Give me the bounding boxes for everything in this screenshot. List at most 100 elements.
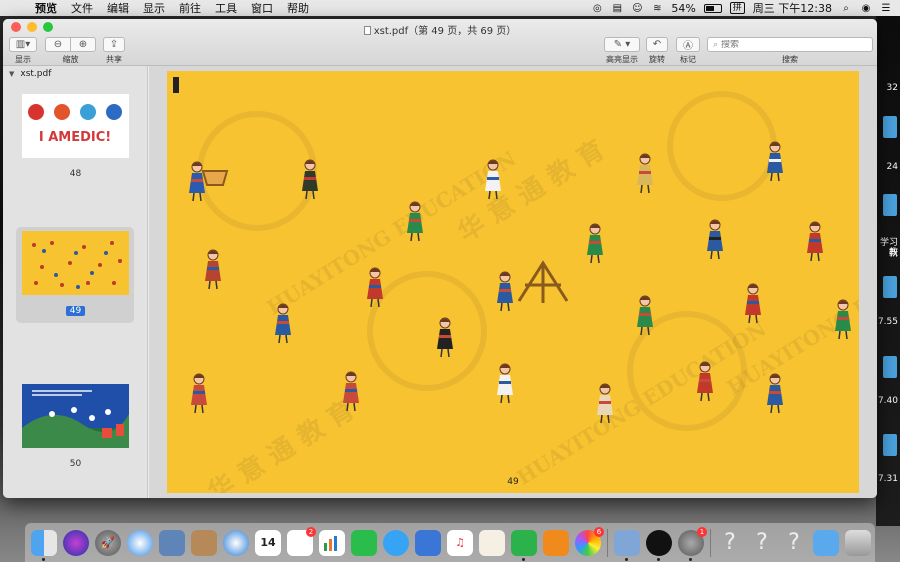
menu-go[interactable]: 前往 [172,0,208,16]
menu-help[interactable]: 帮助 [280,0,316,16]
input-method-icon[interactable]: 拼 [729,2,745,14]
notification-center-icon[interactable]: ☰ [880,3,892,14]
photos-icon[interactable]: 6 [575,526,604,556]
pdf-page[interactable]: HUAYITONG EDUCATION 华 意 通 教 育 HUAYITONG … [167,71,859,493]
illustrated-character [497,363,513,404]
status-tray: ◎ ▤ ☺ ≋ 54% 拼 周三 下午12:38 ⌕ ◉ ☰ [591,0,900,16]
thumbnail-page-48[interactable]: I AMEDIC! 48 [22,94,129,179]
search-field[interactable]: ⌕ [707,37,873,52]
bitbar-icon[interactable]: ◎ [591,3,603,14]
music-icon[interactable]: ♫ [447,529,473,556]
preview-icon[interactable] [614,529,640,561]
page-illustration [173,77,851,424]
news-icon[interactable] [479,529,505,556]
thumbnail-page-number: 48 [69,169,82,179]
illustrated-character [697,361,713,402]
thumbnail-image: I AMEDIC! [22,94,129,158]
illustrated-character [189,161,205,202]
menu-bar: 预览 文件 编辑 显示 前往 工具 窗口 帮助 ◎ ▤ ☺ ≋ 54% 拼 周三… [0,0,900,16]
facetime-icon[interactable] [351,529,377,556]
clipboard-icon[interactable]: ▤ [611,3,623,14]
desktop-file-icon[interactable] [883,434,897,456]
thumbnail-image [22,231,129,295]
desktop-file-icon[interactable] [883,356,897,378]
menu-edit[interactable]: 编辑 [100,0,136,16]
zoom-out-button[interactable]: ⊖ [45,37,71,52]
desktop-right-strip: 32 24 学习教 新 7.55 7.40 7.31 [876,16,900,526]
spotlight-search-icon[interactable]: ⌕ [840,3,852,14]
highlight-label: 高亮显示 [606,55,638,64]
battery-icon[interactable] [703,3,722,13]
unknown-app-icon[interactable]: ? [717,530,743,556]
illustrated-character [807,221,823,262]
thumbnail-page-number: 49 [22,306,129,316]
mail-icon[interactable] [223,529,249,556]
desktop-file-icon[interactable] [883,276,897,298]
finder-icon[interactable] [31,529,57,561]
menu-app-name[interactable]: 预览 [28,0,64,16]
illustrated-character [745,283,761,324]
keynote-icon[interactable] [415,529,441,556]
system-preferences-icon[interactable]: 1 [678,526,707,561]
dock-separator [710,528,711,557]
menu-tools[interactable]: 工具 [208,0,244,16]
highlight-button[interactable]: ✎ ▾ [604,37,640,52]
menu-window[interactable]: 窗口 [244,0,280,16]
wechat-icon[interactable] [511,529,537,561]
books-icon[interactable] [543,529,569,556]
desktop-file-icon[interactable] [883,116,897,138]
siri-icon[interactable] [63,529,89,556]
desktop-label: 24 [886,162,898,172]
siri-icon[interactable]: ◉ [860,3,872,14]
share-icon: ⇪ [109,39,119,50]
search-icon: ⌕ [713,39,719,50]
disclosure-triangle-icon[interactable]: ▼ [9,70,14,78]
rotate-button[interactable]: ↶ [646,37,668,52]
illustrated-character [407,201,423,242]
illustrated-character [707,219,723,260]
launchpad-icon[interactable]: 🚀 [95,529,121,556]
menu-view[interactable]: 显示 [136,0,172,16]
calendar-icon[interactable]: 14 [255,529,281,556]
illustrated-character [485,159,501,200]
wifi-icon[interactable]: ≋ [651,3,663,14]
thumbnail-sidebar: ▼ xst.pdf I AMEDIC! 48 49 50 [3,66,148,498]
search-label: 搜索 [782,55,798,64]
sidebar-file-row[interactable]: ▼ xst.pdf [3,66,147,82]
safari-icon[interactable] [127,529,153,556]
window-title: xst.pdf（第 49 页，共 69 页） [3,22,877,37]
illustrated-character [343,371,359,412]
sidebar-view-button[interactable]: ▥▾ [9,37,37,52]
zoom-in-button[interactable]: ⊕ [70,37,96,52]
unknown-app-icon[interactable]: ? [781,530,807,556]
unknown-app-icon[interactable]: ? [749,530,775,556]
thumbnail-page-50[interactable]: 50 [22,384,129,469]
illustrated-character [637,153,653,194]
thumbnail-page-49[interactable]: 49 [22,231,129,316]
illustrated-character [497,271,513,312]
desktop-file-icon[interactable] [883,194,897,216]
document-icon [363,26,371,35]
qq-icon[interactable] [646,529,672,561]
window-toolbar: xst.pdf（第 49 页，共 69 页） ▥▾ 显示 ⊖ ⊕ 缩放 ⇪ 共享… [3,19,877,66]
markup-label: 标记 [680,55,696,64]
menu-clock[interactable]: 周三 下午12:38 [753,0,832,16]
desktop-label: 7.55 [877,317,898,327]
menu-file[interactable]: 文件 [64,0,100,16]
face-icon[interactable]: ☺ [631,3,643,14]
search-input[interactable] [721,39,862,50]
photo-preview-icon[interactable] [159,529,185,556]
downloads-folder-icon[interactable] [813,529,839,556]
thumbnail-image [22,384,129,448]
document-view[interactable]: HUAYITONG EDUCATION 华 意 通 教 育 HUAYITONG … [149,66,877,498]
easel-illustration [517,260,569,303]
sidebar-icon: ▥▾ [15,39,31,50]
reminders-icon[interactable]: 2 [287,526,316,556]
contacts-icon[interactable] [191,529,217,556]
trash-icon[interactable] [845,529,871,556]
numbers-icon[interactable] [319,529,345,556]
messages-icon[interactable] [383,529,409,556]
share-button[interactable]: ⇪ [103,37,125,52]
markup-button[interactable]: Ⓐ [676,37,700,52]
desktop-label: 7.31 [877,474,898,484]
